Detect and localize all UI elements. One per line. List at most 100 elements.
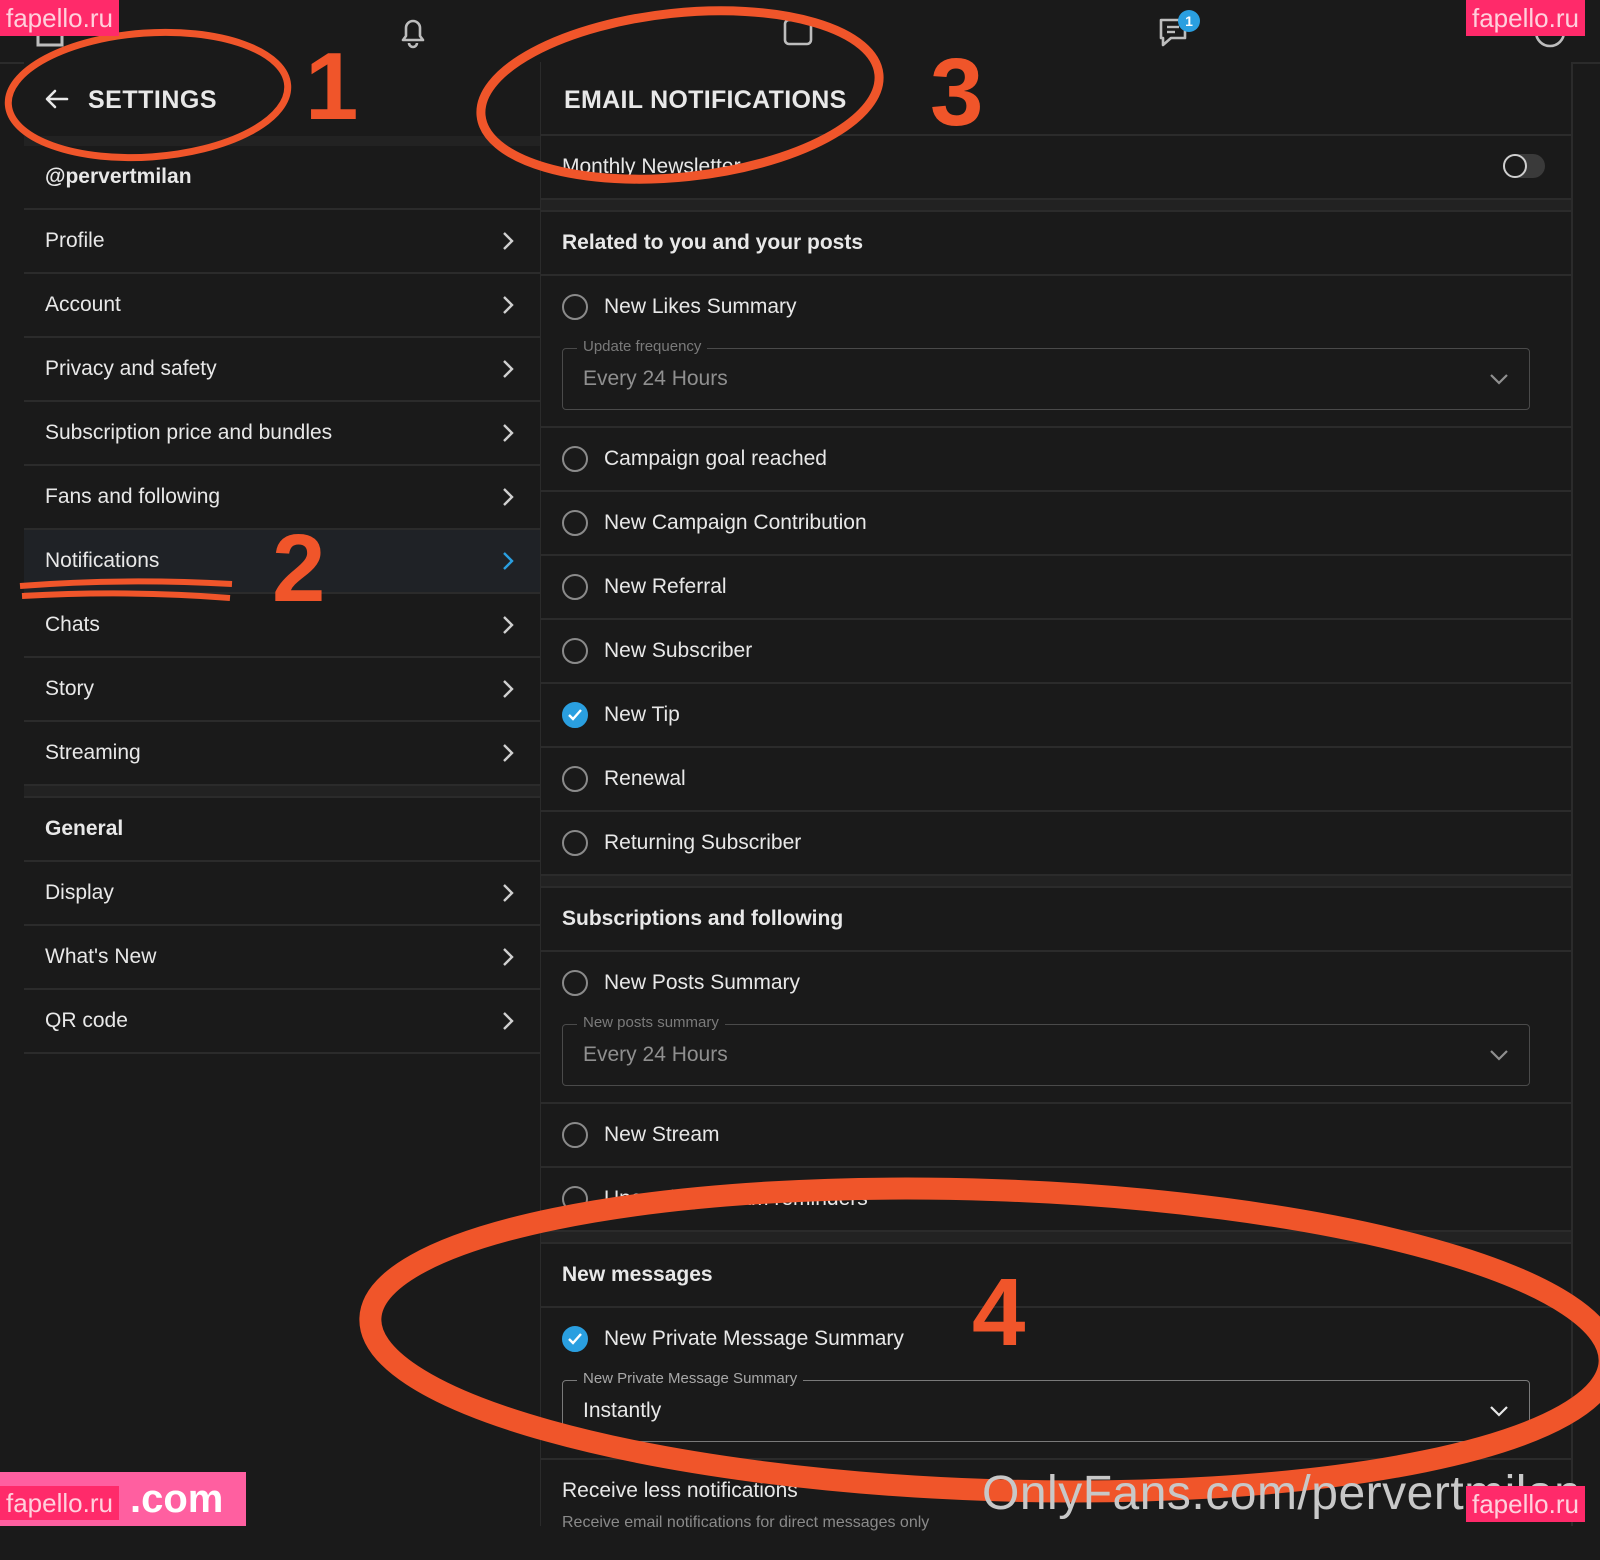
sidebar-item-streaming[interactable]: Streaming — [24, 722, 540, 786]
option-private-message-summary[interactable]: New Private Message Summary — [541, 1308, 1571, 1370]
page-title: SETTINGS — [88, 86, 217, 115]
likes-frequency-field: Update frequency Every 24 Hours — [541, 338, 1571, 428]
option-renewal[interactable]: Renewal — [541, 748, 1571, 812]
checkbox[interactable] — [562, 294, 588, 320]
panel-header: EMAIL NOTIFICATIONS — [541, 62, 1571, 136]
section-divider — [24, 786, 540, 798]
newsletter-toggle[interactable] — [1503, 154, 1545, 178]
option-new-stream[interactable]: New Stream — [541, 1104, 1571, 1168]
top-navigation-bar: 1 — [0, 0, 1600, 64]
chevron-right-icon — [498, 882, 518, 904]
username-label: @pervertmilan — [24, 146, 540, 210]
option-new-referral[interactable]: New Referral — [541, 556, 1571, 620]
checkbox[interactable] — [562, 830, 588, 856]
chevron-down-icon — [1489, 371, 1509, 387]
add-post-icon[interactable] — [778, 12, 818, 52]
chevron-right-icon — [498, 550, 518, 572]
sidebar-item-label: Fans and following — [45, 466, 220, 528]
sidebar-item-profile[interactable]: Profile — [24, 210, 540, 274]
option-campaign-contribution[interactable]: New Campaign Contribution — [541, 492, 1571, 556]
section-divider — [541, 200, 1571, 212]
chevron-right-icon — [498, 946, 518, 968]
select-value: Instantly — [583, 1381, 661, 1441]
sidebar-item-display[interactable]: Display — [24, 862, 540, 926]
sidebar-item-label: Notifications — [45, 530, 159, 592]
chevron-right-icon — [498, 422, 518, 444]
annotation-number-4: 4 — [972, 1258, 1025, 1368]
checkbox[interactable] — [562, 1186, 588, 1212]
pm-summary-select[interactable]: New Private Message Summary Instantly — [562, 1380, 1530, 1442]
pm-summary-field: New Private Message Summary Instantly — [541, 1370, 1571, 1460]
option-label: Campaign goal reached — [604, 428, 827, 490]
option-new-likes-summary[interactable]: New Likes Summary — [541, 276, 1571, 338]
sidebar-item-label: Subscription price and bundles — [45, 402, 332, 464]
sidebar-item-story[interactable]: Story — [24, 658, 540, 722]
sidebar-item-label: What's New — [45, 926, 156, 988]
checkbox[interactable] — [562, 446, 588, 472]
section-title: Related to you and your posts — [562, 212, 863, 274]
checkbox[interactable] — [562, 510, 588, 536]
receive-less-title: Receive less notifications — [562, 1460, 798, 1522]
checkbox-checked[interactable] — [562, 1326, 588, 1352]
checkbox-checked[interactable] — [562, 702, 588, 728]
section-related-posts: Related to you and your posts — [541, 212, 1571, 276]
select-value: Every 24 Hours — [583, 349, 728, 409]
watermark-top-left: fapello.ru — [0, 0, 119, 36]
messages-badge: 1 — [1178, 10, 1200, 32]
settings-header: SETTINGS — [24, 62, 540, 146]
checkbox[interactable] — [562, 638, 588, 664]
option-new-tip[interactable]: New Tip — [541, 684, 1571, 748]
section-divider — [541, 1232, 1571, 1244]
receive-less-subtitle: Receive email notifications for direct m… — [562, 1514, 929, 1532]
option-campaign-goal[interactable]: Campaign goal reached — [541, 428, 1571, 492]
sidebar-item-whats-new[interactable]: What's New — [24, 926, 540, 990]
option-label: New Subscriber — [604, 620, 752, 682]
chevron-down-icon — [1489, 1047, 1509, 1063]
sidebar-item-label: Account — [45, 274, 121, 336]
section-title: New messages — [562, 1244, 713, 1306]
option-label: Returning Subscriber — [604, 812, 801, 874]
sidebar-item-account[interactable]: Account — [24, 274, 540, 338]
email-notifications-panel: EMAIL NOTIFICATIONS Monthly Newsletter R… — [541, 62, 1573, 1526]
option-new-subscriber[interactable]: New Subscriber — [541, 620, 1571, 684]
option-label: New Likes Summary — [604, 276, 797, 338]
checkbox[interactable] — [562, 970, 588, 996]
chevron-right-icon — [498, 358, 518, 380]
watermark-bottom-left: .com fapello.ru — [0, 1472, 246, 1526]
sidebar-item-label: QR code — [45, 990, 128, 1052]
sidebar-item-privacy[interactable]: Privacy and safety — [24, 338, 540, 402]
sidebar-item-label: Profile — [45, 210, 105, 272]
option-upcoming-stream[interactable]: Upcoming stream reminders — [541, 1168, 1571, 1232]
option-new-posts-summary[interactable]: New Posts Summary — [541, 952, 1571, 1014]
chevron-right-icon — [498, 742, 518, 764]
checkbox[interactable] — [562, 766, 588, 792]
back-arrow-icon[interactable] — [42, 84, 72, 114]
sidebar-item-subscription-price[interactable]: Subscription price and bundles — [24, 402, 540, 466]
chevron-right-icon — [498, 486, 518, 508]
sidebar-item-label: Display — [45, 862, 114, 924]
posts-summary-select[interactable]: New posts summary Every 24 Hours — [562, 1024, 1530, 1086]
option-label: New Referral — [604, 556, 727, 618]
watermark-bottom-right: fapello.ru — [1466, 1486, 1585, 1522]
chevron-down-icon — [1489, 1403, 1509, 1419]
option-label: New Stream — [604, 1104, 720, 1166]
sidebar-item-label: Story — [45, 658, 94, 720]
option-label: Upcoming stream reminders — [604, 1168, 868, 1230]
checkmark-icon — [567, 1332, 583, 1346]
watermark-com-text: .com — [130, 1472, 223, 1526]
sidebar-item-label: Privacy and safety — [45, 338, 217, 400]
sidebar-item-qr-code[interactable]: QR code — [24, 990, 540, 1054]
newsletter-row: Monthly Newsletter — [541, 136, 1571, 200]
likes-frequency-select[interactable]: Update frequency Every 24 Hours — [562, 348, 1530, 410]
general-group-title: General — [24, 798, 540, 862]
option-label: New Private Message Summary — [604, 1308, 904, 1370]
checkbox[interactable] — [562, 574, 588, 600]
option-label: New Tip — [604, 684, 680, 746]
bell-icon[interactable] — [393, 12, 433, 52]
toggle-knob — [1503, 154, 1527, 178]
option-returning-subscriber[interactable]: Returning Subscriber — [541, 812, 1571, 876]
chevron-right-icon — [498, 294, 518, 316]
annotation-number-2: 2 — [272, 514, 325, 624]
checkbox[interactable] — [562, 1122, 588, 1148]
watermark-small-text: fapello.ru — [0, 1486, 119, 1520]
